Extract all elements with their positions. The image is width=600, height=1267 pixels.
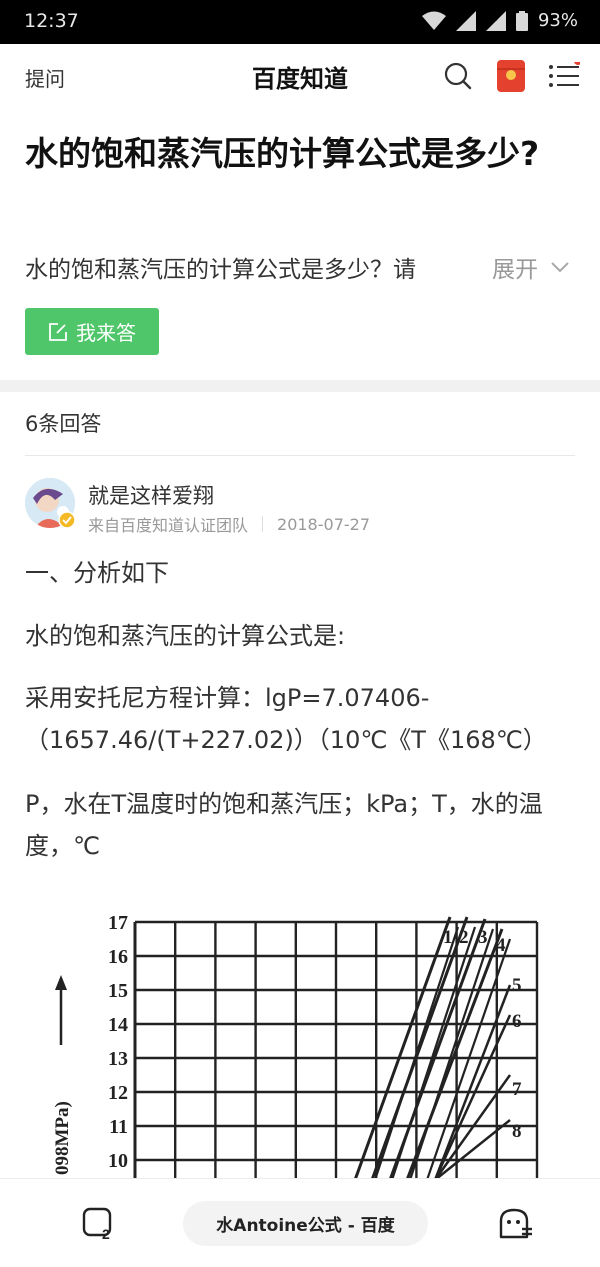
status-bar: 12:37 93%: [0, 0, 600, 44]
tick-label: 11: [109, 1116, 128, 1138]
author-name[interactable]: 就是这样爱翔: [88, 480, 214, 510]
curve-label: 8: [512, 1121, 522, 1142]
svg-text:2: 2: [102, 1226, 110, 1241]
tick-label: 13: [108, 1048, 128, 1070]
answer-paragraph: P，水在T温度时的饱和蒸汽压；kPa；T，水的温度，℃: [25, 790, 543, 860]
status-time: 12:37: [24, 10, 79, 32]
assistant-icon[interactable]: [497, 1207, 533, 1241]
tick-label: 14: [108, 1014, 128, 1036]
edit-icon: [49, 322, 67, 341]
tick-label: 17: [108, 912, 128, 934]
curve-label: 3: [478, 927, 488, 948]
tabs-icon[interactable]: 2: [82, 1207, 116, 1241]
curve-label: 7: [512, 1079, 522, 1100]
answer-figure[interactable]: 17 16 15 14 13 12 11 10 098MPa) 1 2 3 4 5 6 7 8: [40, 905, 560, 1180]
divider: [25, 455, 575, 456]
status-icons: 93%: [421, 10, 578, 31]
curve-label: 5: [512, 975, 522, 996]
answer-paragraph: 一、分析如下: [25, 559, 169, 587]
figure-image: 1716151413121110098MPa)1 2 3 45678: [52, 912, 539, 1180]
tick-label: 16: [108, 946, 128, 968]
top-nav: 提问 百度知道: [0, 44, 600, 108]
no-signal-icon: [485, 10, 506, 31]
battery-icon: [515, 10, 528, 31]
answer-paragraph: 水的饱和蒸汽压的计算公式是:: [25, 622, 346, 650]
tick-label: 10: [108, 1150, 128, 1172]
axis-label: 098MPa): [52, 1101, 73, 1175]
author-source: 来自百度知道认证团队: [88, 516, 249, 535]
question-description: 水的饱和蒸汽压的计算公式是多少？请: [25, 257, 416, 283]
curve-label: 2: [459, 927, 469, 948]
curve-line: [433, 1014, 512, 1180]
menu-icon[interactable]: [548, 62, 580, 90]
answers-count: 6条回答: [25, 412, 102, 436]
tick-label: 12: [108, 1082, 128, 1104]
axis-arrow: [55, 975, 67, 990]
search-icon[interactable]: [444, 62, 472, 90]
curve-label: 1: [443, 927, 453, 948]
curve-label: 4: [496, 935, 506, 956]
wifi-icon: [421, 11, 446, 30]
expand-label: 展开: [492, 257, 538, 283]
chevron-down-icon: [551, 262, 569, 273]
author-meta: 来自百度知道认证团队 2018-07-27: [88, 512, 370, 536]
verified-badge-icon: [58, 511, 76, 529]
search-pill[interactable]: 水Antoine公式 - 百度: [183, 1201, 428, 1246]
battery-level: 93%: [537, 10, 578, 31]
tick-label: 15: [108, 980, 128, 1002]
bottom-bar: 2 水Antoine公式 - 百度: [0, 1178, 600, 1267]
question-title: 水的饱和蒸汽压的计算公式是多少?: [25, 134, 540, 173]
section-divider: [0, 380, 600, 392]
curve-label: 6: [512, 1011, 522, 1032]
answer-button[interactable]: 我来答: [25, 308, 159, 355]
expand-button[interactable]: 展开: [492, 250, 570, 284]
curve-line: [388, 918, 487, 1180]
red-packet-icon[interactable]: [497, 60, 525, 92]
curve-line: [405, 928, 504, 1180]
answer-button-label: 我来答: [76, 321, 136, 345]
signal-icon: [455, 10, 476, 31]
answer-date: 2018-07-27: [277, 514, 370, 534]
answer-paragraph: 采用安托尼方程计算：lgP=7.07406-（1657.46/(T+227.02…: [25, 684, 547, 754]
ask-link[interactable]: 提问: [25, 63, 65, 92]
